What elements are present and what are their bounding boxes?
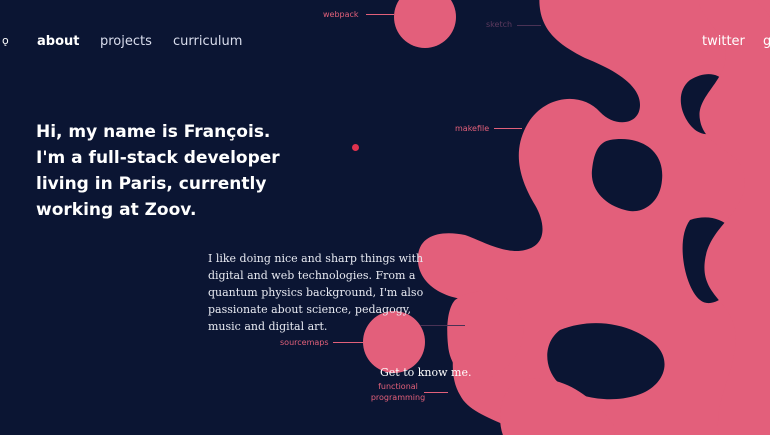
- skill-tag-sketch: sketch: [486, 20, 513, 29]
- logo-icon[interactable]: ǫ: [2, 34, 9, 47]
- skill-tag-connector: [424, 392, 448, 393]
- hero-headline: Hi, my name is François. I'm a full-stac…: [36, 122, 280, 220]
- skill-tag-webpack: webpack: [323, 10, 359, 19]
- skill-tag-connector: [494, 128, 522, 129]
- nav-link-projects[interactable]: projects: [100, 34, 152, 49]
- nav-link-github[interactable]: g: [763, 34, 770, 49]
- get-to-know-me-link[interactable]: Get to know me.: [380, 366, 471, 379]
- main-navigation: ǫ about projects curriculum twitter g: [0, 34, 770, 52]
- skill-tag-connector: [517, 25, 541, 26]
- accent-dot: [352, 144, 359, 151]
- nav-link-twitter[interactable]: twitter: [702, 34, 745, 49]
- skill-tag-connector: [366, 14, 394, 15]
- nav-link-about[interactable]: about: [37, 34, 79, 49]
- skill-tag-makefile: makefile: [455, 124, 490, 133]
- skill-tag-connector: [333, 342, 363, 343]
- page: ǫ about projects curriculum twitter g Hi…: [0, 0, 770, 435]
- nav-link-curriculum[interactable]: curriculum: [173, 34, 242, 49]
- hero-bio: I like doing nice and sharp things with …: [208, 252, 424, 333]
- skill-tag-sourcemaps: sourcemaps: [280, 338, 329, 347]
- skill-tag-connector: [420, 325, 465, 326]
